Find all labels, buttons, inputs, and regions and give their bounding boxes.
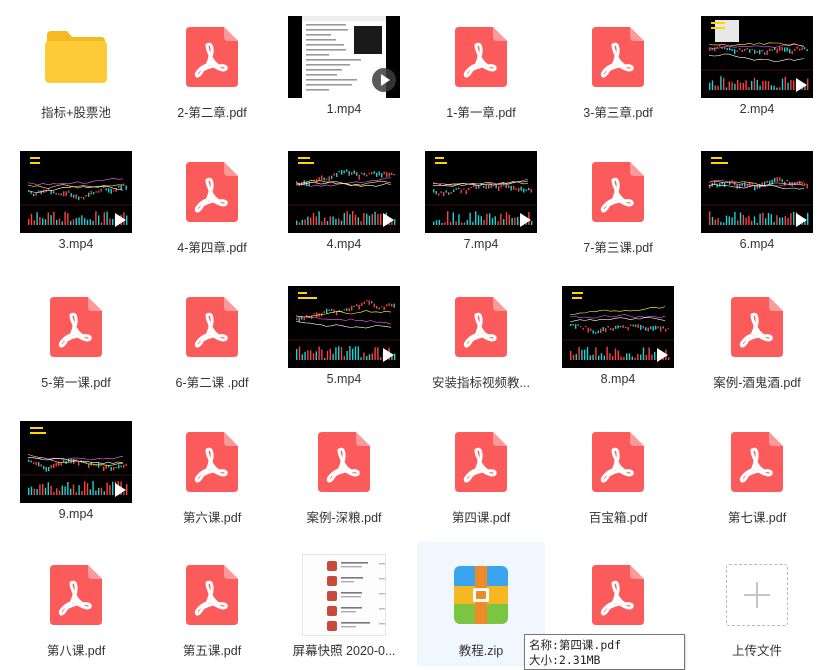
pdf-file-icon <box>592 432 644 492</box>
file-item[interactable]: 2.mp4 <box>693 4 821 128</box>
pdf-file-icon <box>731 297 783 357</box>
file-name-label: 6-第二课 .pdf <box>175 376 249 390</box>
file-item[interactable]: 4-第四章.pdf <box>148 139 276 263</box>
file-item[interactable]: 7.mp4 <box>417 139 545 263</box>
file-name-label: 6.mp4 <box>739 237 775 251</box>
video-thumbnail <box>288 151 400 233</box>
file-name-label: 案例-酒鬼酒.pdf <box>713 376 801 390</box>
tooltip-name: 名称:第四课.pdf <box>529 638 622 652</box>
folder-icon <box>45 31 107 83</box>
file-name-label: 屏幕快照 2020-0... <box>292 644 396 658</box>
file-item[interactable]: 3.mp4 <box>12 139 140 263</box>
file-item[interactable]: 7-第三课.pdf <box>554 139 682 263</box>
plus-icon <box>726 564 788 626</box>
video-thumbnail <box>20 421 132 503</box>
file-item[interactable]: 第四课.pdf <box>417 409 545 533</box>
pdf-file-icon <box>186 565 238 625</box>
file-name-label: 9.mp4 <box>58 507 94 521</box>
video-thumbnail <box>701 151 813 233</box>
play-icon <box>796 78 807 92</box>
file-name-label: 5.mp4 <box>326 372 362 386</box>
file-name-label: 指标+股票池 <box>41 106 111 120</box>
file-item[interactable]: 6-第二课 .pdf <box>148 274 276 398</box>
file-item[interactable]: 6.mp4 <box>693 139 821 263</box>
file-item[interactable]: 9.mp4 <box>12 409 140 533</box>
file-name-label: 案例-深粮.pdf <box>306 511 382 525</box>
tooltip-size: 大小:2.31MB <box>529 653 601 667</box>
pdf-file-icon <box>731 432 783 492</box>
file-name-label: 2.mp4 <box>739 102 775 116</box>
file-item[interactable]: 第七课.pdf <box>693 409 821 533</box>
play-icon <box>383 213 394 227</box>
video-thumbnail <box>288 286 400 368</box>
file-name-label: 第八课.pdf <box>46 644 106 658</box>
file-item[interactable]: 指标+股票池 <box>12 4 140 128</box>
file-item[interactable]: 2-第二章.pdf <box>148 4 276 128</box>
pdf-file-icon <box>455 297 507 357</box>
file-name-label: 7.mp4 <box>463 237 499 251</box>
file-item[interactable]: 8.mp4 <box>554 274 682 398</box>
file-name-label: 4.mp4 <box>326 237 362 251</box>
pdf-file-icon <box>186 27 238 87</box>
play-icon <box>115 483 126 497</box>
pdf-file-icon <box>318 432 370 492</box>
file-item[interactable]: 百宝箱.pdf <box>554 409 682 533</box>
file-name-label: 8.mp4 <box>600 372 636 386</box>
file-name-label: 7-第三课.pdf <box>583 241 653 255</box>
play-icon <box>372 68 396 92</box>
file-name-label: 2-第二章.pdf <box>177 106 247 120</box>
file-item[interactable]: 第八课.pdf <box>12 542 140 666</box>
file-tooltip: 名称:第四课.pdf 大小:2.31MB <box>524 634 685 670</box>
file-name-label: 百宝箱.pdf <box>588 511 648 525</box>
file-name-label: 3-第三章.pdf <box>583 106 653 120</box>
pdf-file-icon <box>186 162 238 222</box>
file-name-label: 第五课.pdf <box>182 644 242 658</box>
pdf-file-icon <box>455 432 507 492</box>
file-name-label: 安装指标视频教... <box>432 376 530 390</box>
file-name-label: 第七课.pdf <box>727 511 787 525</box>
file-item[interactable]: 第六课.pdf <box>148 409 276 533</box>
file-item[interactable]: 案例-深粮.pdf <box>280 409 408 533</box>
file-item[interactable]: 1-第一章.pdf <box>417 4 545 128</box>
video-thumbnail <box>20 151 132 233</box>
image-thumbnail <box>302 554 386 636</box>
file-name-label: 上传文件 <box>731 644 782 658</box>
video-thumbnail <box>288 16 400 98</box>
file-name-label: 5-第一课.pdf <box>41 376 111 390</box>
file-name-label: 第六课.pdf <box>182 511 242 525</box>
play-icon <box>657 348 668 362</box>
pdf-file-icon <box>592 565 644 625</box>
file-item[interactable]: 3-第三章.pdf <box>554 4 682 128</box>
pdf-file-icon <box>592 27 644 87</box>
play-icon <box>383 348 394 362</box>
play-icon <box>115 213 126 227</box>
file-item[interactable]: 4.mp4 <box>280 139 408 263</box>
pdf-file-icon <box>186 297 238 357</box>
video-thumbnail <box>701 16 813 98</box>
file-item[interactable]: 案例-酒鬼酒.pdf <box>693 274 821 398</box>
pdf-file-icon <box>186 432 238 492</box>
pdf-file-icon <box>592 162 644 222</box>
file-name-label: 1.mp4 <box>326 102 362 116</box>
play-icon <box>520 213 531 227</box>
file-item[interactable]: 5.mp4 <box>280 274 408 398</box>
file-item[interactable]: 5-第一课.pdf <box>12 274 140 398</box>
pdf-file-icon <box>50 565 102 625</box>
play-icon <box>796 213 807 227</box>
file-name-label: 3.mp4 <box>58 237 94 251</box>
file-item[interactable]: 安装指标视频教... <box>417 274 545 398</box>
zip-archive-icon <box>454 566 508 624</box>
upload-button[interactable]: 上传文件 <box>693 542 821 666</box>
file-name-label: 4-第四章.pdf <box>177 241 247 255</box>
file-grid: 指标+股票池 2-第二章.pdf 1.mp4 1-第一章.pdf 3-第三章.pdf 2.… <box>0 0 828 670</box>
file-name-label: 第四课.pdf <box>451 511 511 525</box>
video-thumbnail <box>562 286 674 368</box>
file-item[interactable]: 1.mp4 <box>280 4 408 128</box>
pdf-file-icon <box>455 27 507 87</box>
video-thumbnail <box>425 151 537 233</box>
file-name-label: 1-第一章.pdf <box>446 106 516 120</box>
file-item[interactable]: 第五课.pdf <box>148 542 276 666</box>
pdf-file-icon <box>50 297 102 357</box>
file-item[interactable]: 屏幕快照 2020-0... <box>280 542 408 666</box>
